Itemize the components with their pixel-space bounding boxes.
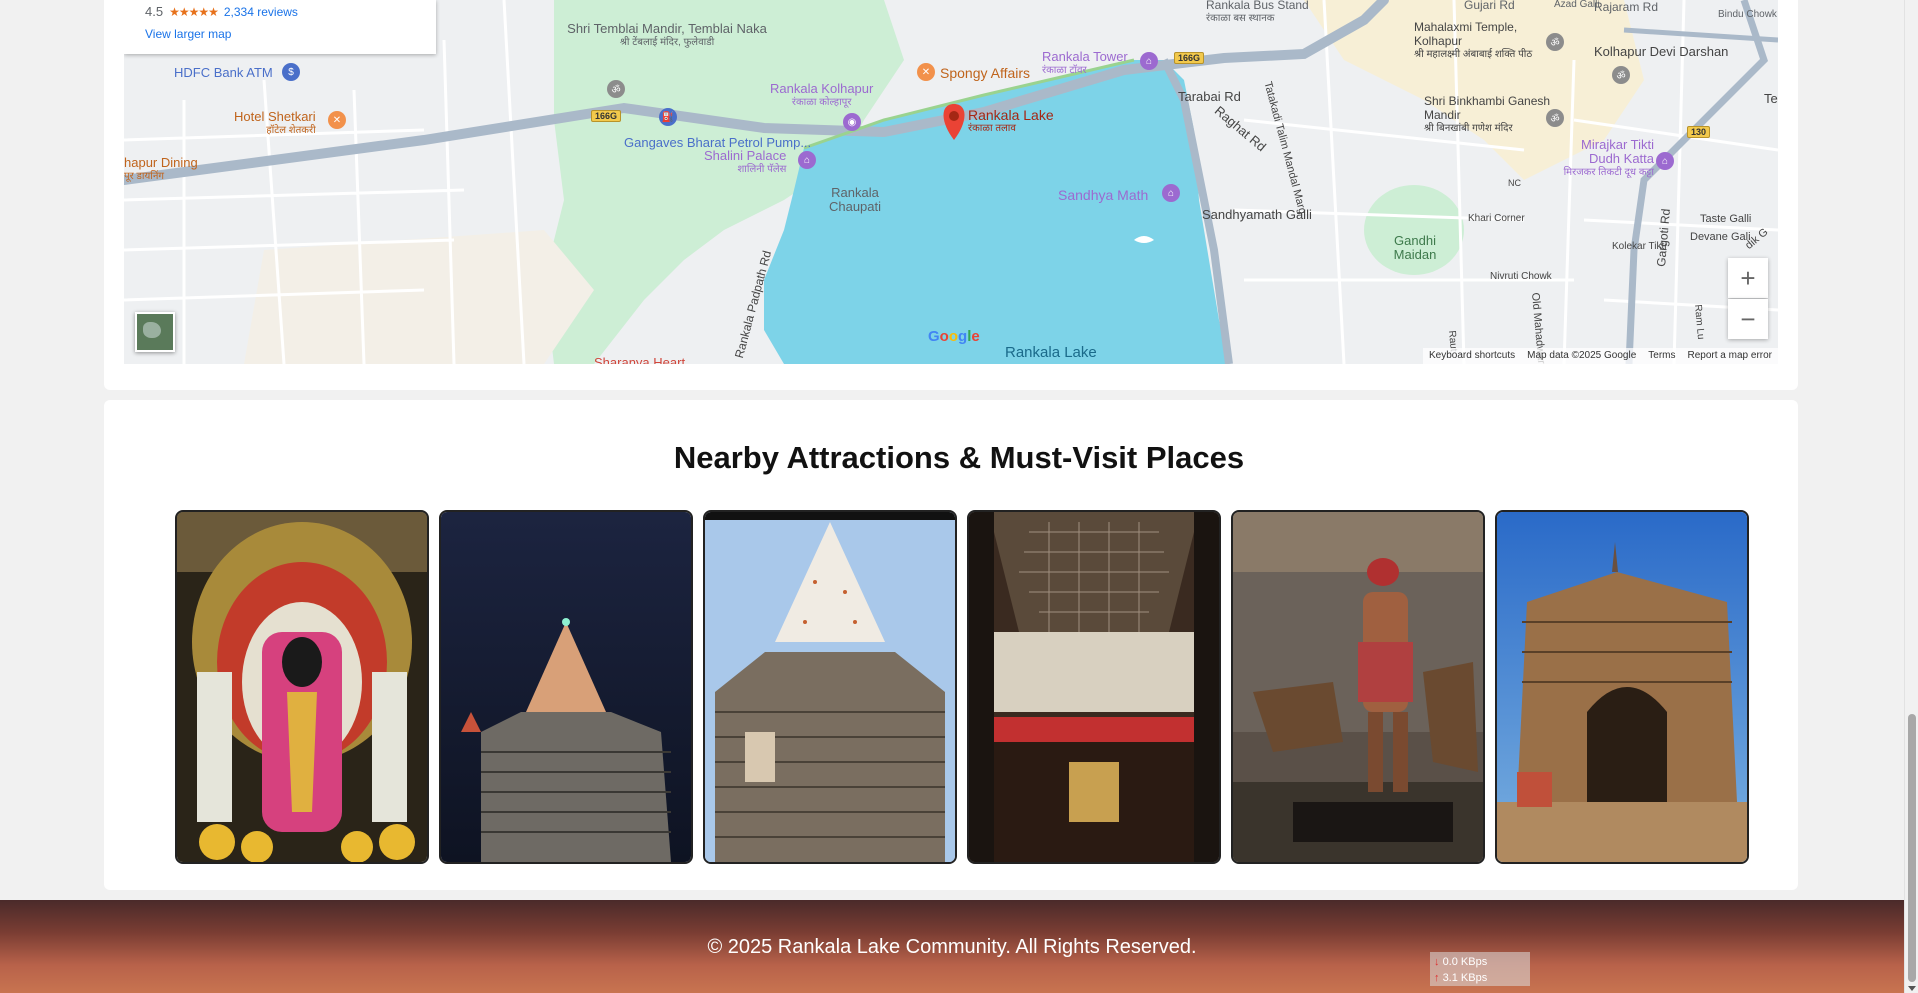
map-label-tarabai-rd: Tarabai Rd — [1178, 89, 1241, 104]
zoom-in-button[interactable]: + — [1728, 258, 1768, 298]
temple-icon[interactable]: ॐ — [1612, 66, 1630, 84]
map-label-spongy-affairs: Spongy Affairs — [940, 65, 1031, 81]
landmark-icon[interactable]: ⌂ — [1140, 52, 1158, 70]
rating-stars-icon: ★★★★★ — [169, 4, 219, 19]
map-label-taste-galli: Taste Galli — [1700, 213, 1752, 225]
map-label-gujari-rd: Gujari Rd — [1464, 0, 1515, 12]
place-info-box: 4.5 ★★★★★ 2,334 reviews View larger map — [124, 0, 436, 54]
zoom-out-button[interactable]: − — [1728, 299, 1768, 339]
museum-exhibit-image — [1233, 512, 1483, 862]
temple-icon[interactable]: ॐ — [1546, 109, 1564, 127]
scrollbar-thumb[interactable] — [1908, 714, 1916, 982]
map-label-mirajkar-tikti: Mirajkar Tikti Dudh Katta मिरजकर तिकटी दू… — [1563, 137, 1654, 179]
fuel-icon[interactable]: ⛽ — [659, 108, 677, 126]
map-label-rankala-kolhapur: Rankala Kolhapur रंकाळा कोल्हापूर — [770, 81, 874, 109]
temple-icon[interactable]: ॐ — [1546, 33, 1564, 51]
google-map[interactable]: 4.5 ★★★★★ 2,334 reviews View larger map … — [124, 0, 1778, 364]
map-label-hotel-shetkari: Hotel Shetkari हॉटेल शेतकरी — [234, 109, 316, 137]
map-label-ram-lu: Ram Lu — [1692, 304, 1707, 340]
map-label-shalini-palace: Shalini Palace शालिनी पॅलेस — [704, 148, 787, 176]
highway-shield: 166G — [1174, 52, 1205, 64]
attraction-card-temple-night[interactable] — [439, 510, 693, 864]
scroll-down-arrow-icon[interactable] — [1908, 986, 1916, 991]
deity-idol-image — [177, 512, 427, 862]
keyboard-shortcuts-link[interactable]: Keyboard shortcuts — [1429, 350, 1515, 362]
upload-speed: 3.1 KBps — [1442, 972, 1488, 984]
atm-icon[interactable]: $ — [282, 63, 300, 81]
temple-night-image — [441, 512, 691, 862]
map-label-temblai-mandir: Shri Temblai Mandir, Temblai Naka श्री टे… — [567, 21, 767, 49]
map-label-devi-darshan: Kolhapur Devi Darshan — [1594, 44, 1729, 59]
attraction-card-palace[interactable] — [967, 510, 1221, 864]
camera-icon[interactable]: ◉ — [843, 113, 861, 131]
site-footer: © 2025 Rankala Lake Community. All Right… — [0, 900, 1904, 993]
google-logo: Google — [928, 328, 980, 345]
attraction-card-temple-day[interactable] — [703, 510, 957, 864]
map-label-nc: NC — [1508, 178, 1521, 188]
palace-interior-image — [969, 512, 1219, 862]
palace-icon[interactable]: ⌂ — [798, 151, 816, 169]
restaurant-icon[interactable]: ✕ — [917, 63, 935, 81]
highway-shield: 130 — [1687, 126, 1711, 138]
map-label-nivruti-chowk: Nivruti Chowk — [1490, 271, 1552, 282]
rating-value: 4.5 — [145, 4, 164, 19]
map-label-rajaram-rd: Rajaram Rd — [1594, 0, 1659, 14]
highway-shield: 166G — [591, 110, 622, 122]
map-label-devane-gali: Devane Gali — [1690, 231, 1751, 243]
terms-link[interactable]: Terms — [1648, 350, 1675, 362]
attraction-card-gateway[interactable] — [1495, 510, 1749, 864]
map-label-dining: hapur Dining पूर डायनिंग — [124, 155, 198, 183]
landmark-icon[interactable]: ⌂ — [1656, 152, 1674, 170]
upload-arrow-icon: ↑ — [1434, 972, 1440, 984]
map-label-azad-galli: Azad Galli — [1554, 0, 1600, 10]
map-label-bindu-chowk: Bindu Chowk — [1718, 9, 1777, 20]
restaurant-icon[interactable]: ✕ — [328, 111, 346, 129]
reviews-link[interactable]: 2,334 reviews — [224, 5, 298, 19]
map-label-rankala-lake: Rankala Lake रंकाळा तलाव — [968, 107, 1054, 134]
map-label-lake-water: Rankala Lake — [1005, 344, 1097, 361]
temple-icon[interactable]: ॐ — [607, 80, 625, 98]
network-speed-widget: ↓ 0.0 KBps ↑ 3.1 KBps — [1430, 952, 1530, 986]
download-arrow-icon: ↓ — [1434, 956, 1440, 968]
map-data-credit: Map data ©2025 Google — [1527, 350, 1637, 361]
attraction-card-museum[interactable] — [1231, 510, 1485, 864]
map-attribution-bar: Keyboard shortcuts Map data ©2025 Google… — [1422, 348, 1778, 364]
attractions-gallery — [175, 510, 1749, 864]
map-label-khari-corner: Khari Corner — [1468, 213, 1525, 224]
map-label-sharanya-heart: Sharanya Heart — [594, 355, 686, 365]
report-map-error-link[interactable]: Report a map error — [1688, 350, 1772, 362]
map-label-gandhi-maidan: Gandhi Maidan — [1393, 233, 1437, 262]
map-label-rankala-tower: Rankala Tower रंकाळा टॉवर — [1042, 49, 1128, 77]
download-speed: 0.0 KBps — [1442, 956, 1488, 968]
satellite-toggle-button[interactable] — [135, 312, 175, 352]
page-scrollbar[interactable] — [1904, 0, 1918, 993]
map-label-hdfc-atm: HDFC Bank ATM — [174, 65, 273, 80]
map-label-binkhambi-ganesh: Shri Binkhambi Ganesh Mandir श्री बिनखांब… — [1424, 94, 1551, 134]
copyright-text: © 2025 Rankala Lake Community. All Right… — [707, 936, 1197, 958]
temple-day-image — [705, 512, 955, 862]
section-title: Nearby Attractions & Must-Visit Places — [673, 440, 1245, 475]
map-label-mahalaxmi-temple: Mahalaxmi Temple, Kolhapur श्री महालक्ष्म… — [1414, 20, 1533, 60]
stone-gateway-image — [1497, 512, 1747, 862]
landmark-icon[interactable]: ⌂ — [1162, 184, 1180, 202]
map-label-rankala-chaupati: Rankala Chaupati — [828, 185, 882, 214]
map-label-te: Te — [1764, 91, 1778, 106]
view-larger-map-link[interactable]: View larger map — [145, 27, 415, 41]
map-label-bus-stand: Rankala Bus Stand रंकाळा बस स्थानक — [1206, 0, 1309, 24]
attraction-card-deity[interactable] — [175, 510, 429, 864]
map-label-sandhya-math: Sandhya Math — [1058, 187, 1149, 203]
